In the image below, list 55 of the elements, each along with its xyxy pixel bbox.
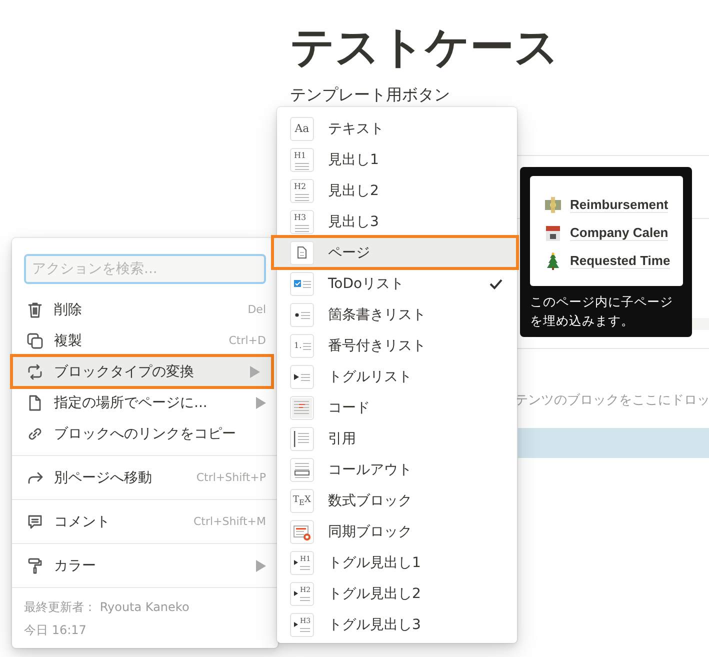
menu-item[interactable]: T$_{E}$X 数式ブロック bbox=[277, 485, 517, 516]
calendar-icon bbox=[544, 224, 562, 242]
menu-item[interactable]: ブロックタイプの変換 bbox=[12, 356, 272, 387]
menu-item[interactable]: 同期ブロック bbox=[277, 516, 517, 547]
page-subtitle: テンプレート用ボタン bbox=[290, 86, 451, 104]
trash-icon bbox=[26, 300, 44, 318]
money-icon bbox=[544, 196, 562, 214]
drop-hint-text: テンツのブロックをここにドロッ bbox=[515, 392, 709, 409]
callout-icon bbox=[290, 458, 314, 482]
menu-item[interactable]: カラー bbox=[12, 550, 278, 581]
menu-item[interactable]: ページ bbox=[273, 237, 517, 268]
sync-icon bbox=[290, 520, 314, 544]
christmas-tree-icon bbox=[544, 252, 562, 270]
menu-item[interactable]: H1 見出し1 bbox=[277, 144, 517, 175]
menu-item[interactable]: ブロックへのリンクをコピー bbox=[12, 418, 278, 449]
shortcut-text: Ctrl+Shift+M bbox=[194, 515, 266, 528]
menu-item[interactable]: 引用 bbox=[277, 423, 517, 454]
menu-item[interactable]: コード bbox=[277, 392, 517, 423]
menu-item[interactable]: Aa テキスト bbox=[277, 113, 517, 144]
paint-roller-icon bbox=[26, 556, 44, 574]
menu-item[interactable]: H2 見出し2 bbox=[277, 175, 517, 206]
heading-icon: H3 bbox=[290, 210, 314, 234]
quote-icon bbox=[290, 426, 314, 450]
duplicate-icon bbox=[26, 332, 44, 350]
search-field[interactable]: アクションを検索... bbox=[24, 254, 266, 284]
menu-item[interactable]: H3 見出し3 bbox=[277, 206, 517, 237]
text-icon: Aa bbox=[290, 116, 314, 140]
menu-item[interactable]: 箇条書きリスト bbox=[277, 299, 517, 330]
menu-item[interactable]: トグルリスト bbox=[277, 361, 517, 392]
menu-item[interactable]: コメント Ctrl+Shift+M bbox=[12, 506, 278, 537]
heading-icon: H2 bbox=[290, 178, 314, 202]
todo-icon bbox=[290, 272, 314, 296]
footer-text: 最終更新者： Ryouta Kaneko bbox=[24, 599, 190, 616]
comment-icon bbox=[26, 512, 44, 530]
menu-item[interactable]: 別ページへ移動 Ctrl+Shift+P bbox=[12, 462, 278, 493]
footer-text: 今日 16:17 bbox=[24, 622, 88, 639]
convert-icon bbox=[26, 362, 44, 380]
menu-item[interactable]: ToDoリスト bbox=[277, 268, 517, 299]
menu-item[interactable]: 1. 番号付きリスト bbox=[277, 330, 517, 361]
page-title: テストケース bbox=[290, 21, 560, 75]
shortcut-text: Del bbox=[248, 303, 266, 316]
tooltip-text: このページ内に子ページを埋め込みます。 bbox=[530, 293, 674, 330]
menu-item[interactable]: 削除 Del bbox=[12, 294, 278, 325]
menu-item[interactable]: コールアウト bbox=[277, 454, 517, 485]
tex-icon: T$_{E}$X bbox=[290, 488, 314, 512]
shortcut-text: Ctrl+D bbox=[228, 334, 266, 347]
number-icon: 1. bbox=[290, 334, 314, 358]
menu-item[interactable]: 指定の場所でページに... bbox=[12, 387, 278, 418]
toggle-icon bbox=[290, 364, 314, 388]
code-icon bbox=[290, 396, 314, 420]
menu-item[interactable]: 複製 Ctrl+D bbox=[12, 325, 278, 356]
heading-icon: H1 bbox=[290, 148, 314, 172]
bullet-icon bbox=[290, 302, 314, 326]
page-icon bbox=[290, 240, 314, 264]
shortcut-text: Ctrl+Shift+P bbox=[196, 471, 266, 484]
